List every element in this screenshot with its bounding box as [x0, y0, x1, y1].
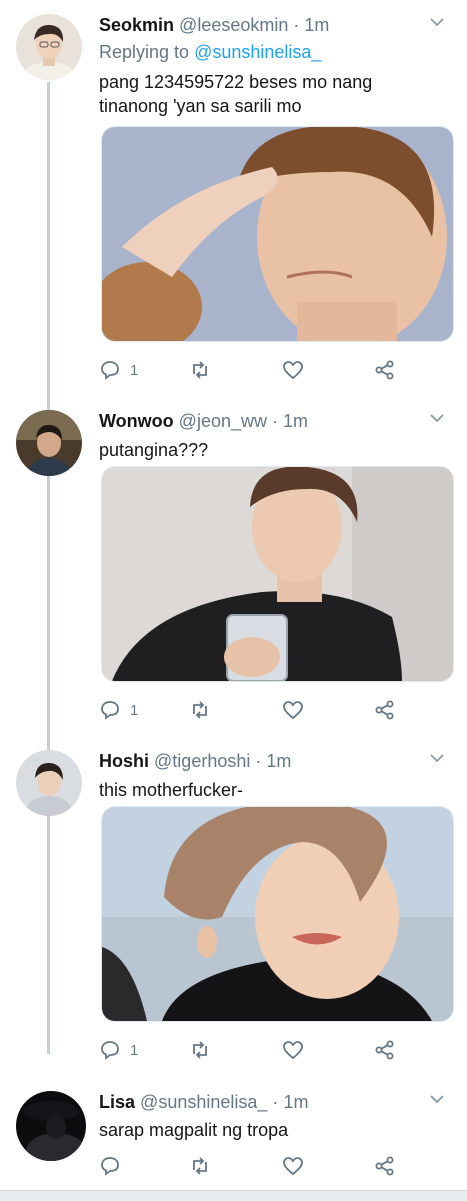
tweet-text: putangina???: [99, 440, 209, 460]
retweet-button[interactable]: [189, 359, 211, 381]
like-button[interactable]: [282, 1039, 304, 1061]
separator-dot: ·: [293, 15, 300, 35]
avatar[interactable]: [16, 750, 82, 816]
display-name[interactable]: Seokmin: [99, 15, 174, 35]
avatar[interactable]: [16, 14, 82, 80]
replying-to-mention[interactable]: @sunshinelisa_: [194, 42, 321, 62]
speech-bubble-icon: [101, 701, 119, 720]
display-name[interactable]: Wonwoo: [99, 411, 174, 431]
share-button[interactable]: [374, 699, 396, 721]
replying-to-line: Replying to @sunshinelisa_: [99, 41, 321, 63]
user-handle[interactable]: @sunshinelisa_: [140, 1092, 267, 1112]
speech-bubble-icon: [101, 1041, 119, 1060]
chevron-down-icon[interactable]: [429, 752, 445, 764]
tweet-seokmin[interactable]: Seokmin @leeseokmin · 1m Replying to @su…: [0, 14, 467, 384]
tweet-image[interactable]: [101, 126, 454, 342]
retweet-arrows-icon: [193, 361, 207, 379]
like-button[interactable]: [282, 699, 304, 721]
timestamp[interactable]: 1m: [266, 751, 291, 771]
reply-button[interactable]: 1: [99, 359, 138, 381]
retweet-arrows-icon: [193, 701, 207, 719]
user-handle[interactable]: @jeon_ww: [179, 411, 267, 431]
retweet-arrows-icon: [193, 1157, 207, 1175]
retweet-button[interactable]: [189, 1039, 211, 1061]
tweet-image[interactable]: [101, 466, 454, 682]
separator-dot: ·: [272, 1092, 279, 1112]
timestamp[interactable]: 1m: [304, 15, 329, 35]
share-button[interactable]: [374, 1039, 396, 1061]
share-nodes-icon: [375, 360, 394, 380]
user-handle[interactable]: @leeseokmin: [179, 15, 288, 35]
tweet-actions: [99, 1155, 419, 1177]
like-button[interactable]: [282, 1155, 304, 1177]
tweet-lisa[interactable]: Lisa @sunshinelisa_ · 1m sarap magpalit …: [0, 1091, 467, 1186]
chevron-down-icon[interactable]: [429, 412, 445, 424]
timestamp[interactable]: 1m: [283, 1092, 308, 1112]
tweet-actions: 1: [99, 699, 419, 721]
separator-dot: ·: [255, 751, 262, 771]
reply-button[interactable]: [99, 1155, 121, 1177]
heart-icon: [283, 1157, 303, 1176]
chevron-down-icon[interactable]: [429, 1093, 445, 1105]
speech-bubble-icon: [101, 361, 119, 380]
share-nodes-icon: [375, 1156, 394, 1176]
speech-bubble-icon: [101, 1157, 119, 1176]
reply-count: 1: [130, 361, 139, 379]
tweet-hoshi[interactable]: Hoshi @tigerhoshi · 1m this motherfucker…: [0, 750, 467, 1060]
tweet-text: this motherfucker-: [99, 780, 244, 800]
share-button[interactable]: [374, 359, 396, 381]
tweet-header: Hoshi @tigerhoshi · 1m: [99, 750, 291, 772]
reply-count: 1: [130, 1041, 139, 1059]
tweet-actions: 1: [99, 359, 419, 381]
user-handle[interactable]: @tigerhoshi: [154, 751, 250, 771]
tweet-text: pang 1234595722 beses mo nang tinanong '…: [99, 72, 373, 116]
heart-icon: [283, 361, 303, 380]
heart-icon: [283, 1041, 303, 1060]
avatar[interactable]: [16, 1091, 86, 1161]
tweet-wonwoo[interactable]: Wonwoo @jeon_ww · 1m putangina??? 1: [0, 410, 467, 720]
bottom-divider: [0, 1190, 467, 1201]
separator-dot: ·: [272, 411, 278, 431]
tweet-image[interactable]: [101, 806, 454, 1022]
retweet-button[interactable]: [189, 1155, 211, 1177]
tweet-header: Wonwoo @jeon_ww · 1m: [99, 410, 308, 432]
heart-icon: [283, 701, 303, 720]
reply-count: 1: [130, 701, 139, 719]
chevron-down-icon[interactable]: [429, 16, 445, 28]
tweet-actions: 1: [99, 1039, 419, 1061]
avatar[interactable]: [16, 410, 82, 476]
tweet-header: Seokmin @leeseokmin · 1m: [99, 14, 329, 36]
share-button[interactable]: [374, 1155, 396, 1177]
reply-button[interactable]: 1: [99, 1039, 138, 1061]
display-name[interactable]: Lisa: [99, 1092, 135, 1112]
reply-button[interactable]: 1: [99, 699, 138, 721]
replying-to-prefix: Replying to: [99, 42, 195, 62]
retweet-arrows-icon: [193, 1041, 207, 1059]
like-button[interactable]: [282, 359, 304, 381]
share-nodes-icon: [375, 700, 394, 720]
share-nodes-icon: [375, 1040, 394, 1060]
display-name[interactable]: Hoshi: [99, 751, 149, 771]
timestamp[interactable]: 1m: [283, 411, 308, 431]
tweet-text: sarap magpalit ng tropa: [99, 1120, 289, 1140]
tweet-header: Lisa @sunshinelisa_ · 1m: [99, 1091, 308, 1113]
retweet-button[interactable]: [189, 699, 211, 721]
